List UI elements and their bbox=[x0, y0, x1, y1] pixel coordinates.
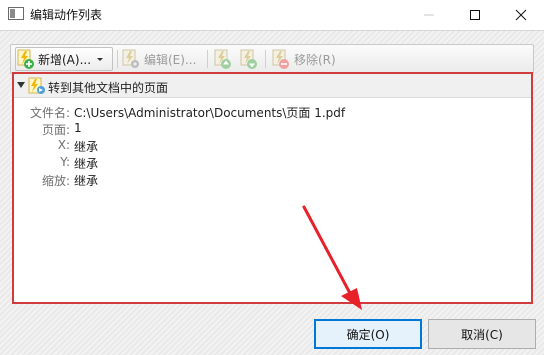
edit-action-label: 编辑(E)... bbox=[144, 52, 197, 67]
remove-action-label: 移除(R) bbox=[294, 52, 336, 67]
close-icon bbox=[515, 9, 527, 21]
toolbar-separator bbox=[207, 50, 208, 68]
action-list-panel: 转到其他文档中的页面 文件名: C:\Users\Administrator\D… bbox=[12, 72, 533, 304]
move-up-button[interactable] bbox=[213, 47, 233, 71]
property-key: 缩放: bbox=[41, 174, 70, 188]
action-toolbar: 新增(A)... 编辑(E)... 移除(R) bbox=[10, 44, 534, 74]
action-group-header[interactable]: 转到其他文档中的页面 bbox=[14, 74, 531, 98]
property-value: 继承 bbox=[74, 157, 99, 171]
property-value: 继承 bbox=[74, 140, 99, 154]
remove-action-button[interactable]: 移除(R) bbox=[271, 47, 336, 71]
dialog-body: 新增(A)... 编辑(E)... 移除(R) 转到其他文档中的页面 文件名: … bbox=[0, 30, 544, 355]
property-row-page[interactable]: 页面: 1 bbox=[14, 121, 531, 138]
move-up-icon bbox=[214, 49, 231, 69]
ok-button[interactable]: 确定(O) bbox=[314, 319, 422, 349]
remove-lightning-icon bbox=[272, 49, 289, 69]
new-action-label: 新增(A)... bbox=[38, 52, 92, 67]
property-row-zoom[interactable]: 缩放: 继承 bbox=[14, 172, 531, 189]
property-value: 1 bbox=[74, 121, 82, 135]
property-value: C:\Users\Administrator\Documents\页面 1.pd… bbox=[74, 106, 346, 120]
move-down-icon bbox=[240, 49, 257, 69]
cancel-button[interactable]: 取消(C) bbox=[428, 319, 536, 349]
new-lightning-icon bbox=[17, 49, 34, 69]
minimize-button[interactable] bbox=[406, 0, 452, 30]
property-key: 页面: bbox=[41, 123, 70, 137]
toolbar-separator bbox=[117, 50, 118, 68]
property-row-y[interactable]: Y: 继承 bbox=[14, 155, 531, 172]
edit-action-button[interactable]: 编辑(E)... bbox=[121, 47, 196, 71]
property-value: 继承 bbox=[74, 174, 99, 188]
window-title: 编辑动作列表 bbox=[30, 8, 103, 22]
goto-page-icon bbox=[28, 77, 45, 94]
property-row-filename[interactable]: 文件名: C:\Users\Administrator\Documents\页面… bbox=[14, 104, 531, 121]
edit-lightning-icon bbox=[122, 49, 139, 68]
close-button[interactable] bbox=[498, 0, 544, 30]
property-key: 文件名: bbox=[29, 106, 70, 120]
toolbar-separator bbox=[265, 50, 266, 68]
property-key: X: bbox=[57, 138, 70, 152]
collapse-arrow-icon[interactable] bbox=[17, 82, 25, 88]
maximize-button[interactable] bbox=[452, 0, 498, 30]
maximize-icon bbox=[470, 10, 480, 20]
minimize-icon bbox=[424, 14, 434, 16]
property-row-x[interactable]: X: 继承 bbox=[14, 138, 531, 155]
app-window-icon bbox=[8, 7, 24, 20]
move-down-button[interactable] bbox=[239, 47, 259, 71]
action-group-title: 转到其他文档中的页面 bbox=[48, 81, 169, 95]
dropdown-arrow-icon bbox=[97, 58, 104, 61]
title-bar: 编辑动作列表 bbox=[0, 0, 544, 30]
property-key: Y: bbox=[60, 155, 70, 169]
new-action-button[interactable]: 新增(A)... bbox=[15, 47, 113, 71]
